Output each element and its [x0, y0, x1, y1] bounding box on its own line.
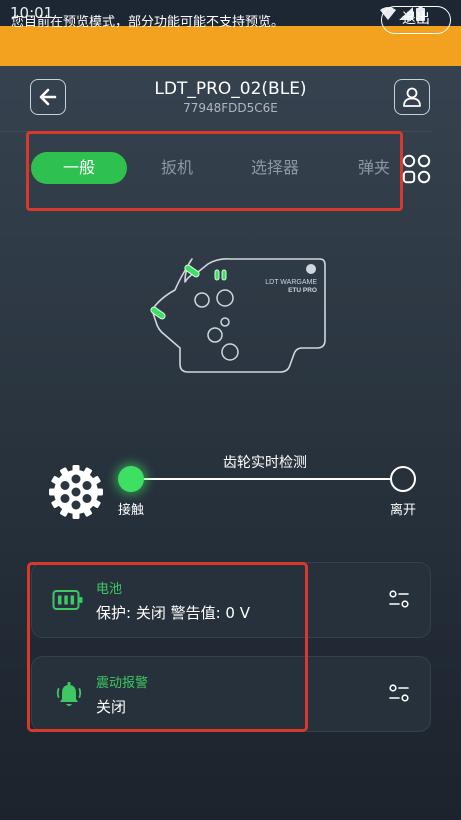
- tabs-highlight-box: [26, 131, 403, 211]
- sliders-icon: [389, 684, 409, 702]
- cards-highlight-box: [27, 562, 308, 732]
- grid-icon: [402, 154, 431, 184]
- gear-icon: [48, 464, 104, 520]
- arrow-left-icon: [39, 88, 57, 106]
- user-icon: [403, 87, 421, 107]
- gear-detection-line: [130, 478, 403, 480]
- leave-label: 离开: [389, 503, 416, 518]
- leave-indicator: [390, 466, 416, 492]
- back-button[interactable]: [30, 79, 66, 115]
- device-name: LDT_PRO_02(BLE): [154, 79, 307, 99]
- contact-label: 接触: [117, 503, 144, 518]
- vibration-settings-button[interactable]: [388, 682, 410, 708]
- grid-menu-button[interactable]: [402, 154, 432, 184]
- contact-indicator: [118, 466, 144, 492]
- device-id: 77948FDD5C6E: [183, 101, 278, 115]
- gear-detection-title: 齿轮实时检测: [223, 455, 307, 471]
- board-brand-line2: ETU PRO: [288, 287, 317, 294]
- profile-button[interactable]: [394, 79, 430, 115]
- board-diagram: LDT WARGAME ETU PRO: [130, 250, 330, 380]
- preview-mode-message: 您目前在预览模式，部分功能可能不支持预览。: [11, 15, 285, 30]
- sliders-icon: [389, 590, 409, 608]
- battery-settings-button[interactable]: [388, 588, 410, 614]
- exit-preview-button[interactable]: 退出: [381, 6, 451, 34]
- board-brand-line1: LDT WARGAME: [265, 279, 317, 286]
